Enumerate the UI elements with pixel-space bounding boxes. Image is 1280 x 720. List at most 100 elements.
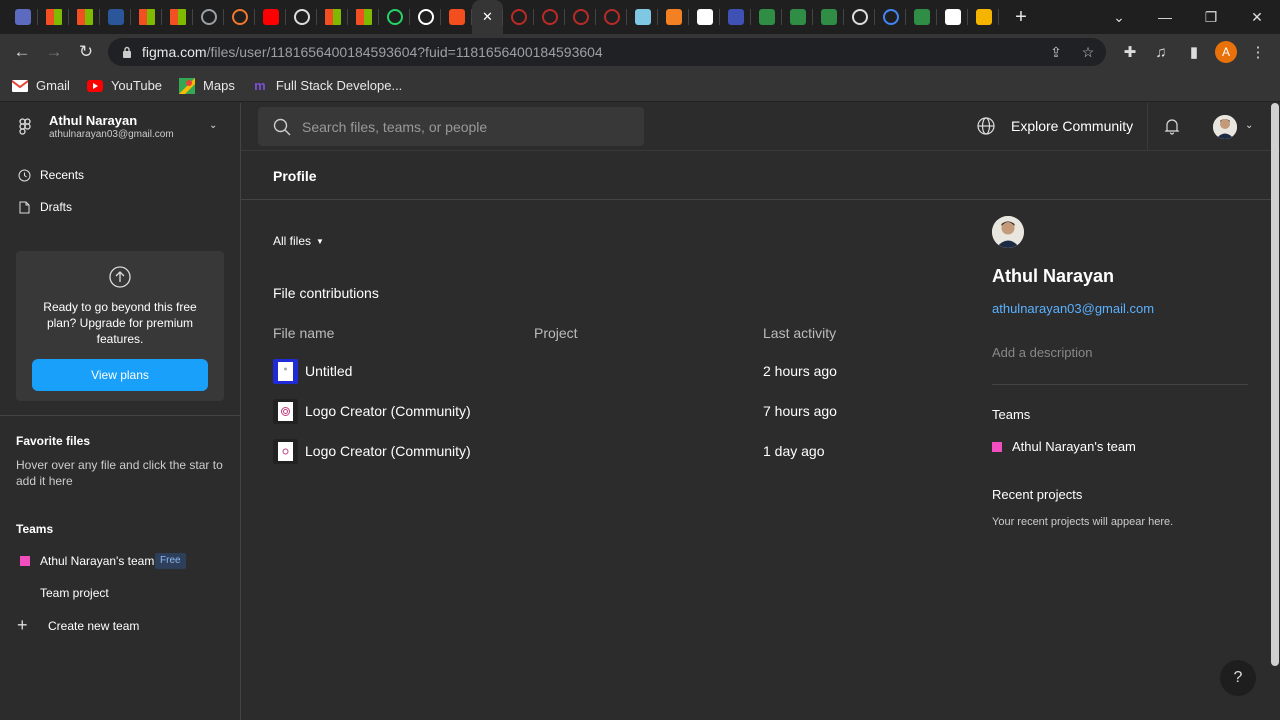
chevron-down-icon: ⌄ [209, 120, 218, 131]
profile-avatar [992, 216, 1024, 248]
address-bar[interactable]: figma.com/files/user/1181656400184593604… [108, 38, 1106, 66]
browser-tab[interactable] [720, 0, 751, 34]
file-name: Logo Creator (Community) [305, 443, 471, 459]
upgrade-text: Ready to go beyond this free plan? Upgra… [43, 300, 197, 346]
geeksforgeeks-icon [789, 9, 806, 25]
browser-tab[interactable] [596, 0, 627, 34]
browser-tab[interactable] [534, 0, 565, 34]
upgrade-arrow-icon [109, 266, 131, 288]
figma-icon [448, 9, 465, 25]
menu-icon[interactable]: ⋮ [1244, 38, 1272, 66]
extensions-icon[interactable]: ✚ [1116, 38, 1144, 66]
browser-tab[interactable] [286, 0, 317, 34]
browser-tab[interactable] [193, 0, 224, 34]
favorite-files-hint: Hover over any file and click the star t… [16, 458, 223, 488]
file-activity: 2 hours ago [763, 363, 837, 379]
minimize-icon[interactable]: — [1142, 0, 1188, 34]
user-avatar[interactable] [1213, 115, 1237, 139]
forward-icon[interactable]: → [38, 36, 70, 68]
all-files-dropdown[interactable]: All files ▼ [273, 234, 324, 248]
browser-tab[interactable] [658, 0, 689, 34]
scrollbar[interactable] [1271, 103, 1279, 666]
help-button[interactable]: ? [1220, 660, 1256, 696]
profile-team-link[interactable]: Athul Narayan's team [992, 439, 1136, 454]
browser-tab[interactable] [255, 0, 286, 34]
browser-tab[interactable] [937, 0, 968, 34]
side-panel-icon[interactable]: ▮ [1180, 38, 1208, 66]
diamond-icon [975, 9, 992, 25]
table-row[interactable]: Logo Creator (Community) 1 day ago [273, 432, 953, 472]
browser-tab[interactable] [7, 0, 38, 34]
chevron-down-icon[interactable]: ⌄ [1245, 120, 1253, 131]
profile-avatar[interactable]: A [1215, 41, 1237, 63]
share-icon[interactable]: ⇪ [1046, 42, 1066, 62]
browser-tab[interactable] [162, 0, 193, 34]
browser-tab[interactable] [968, 0, 999, 34]
browser-tab[interactable]: ✕ [472, 0, 503, 34]
browser-tab[interactable] [224, 0, 255, 34]
explore-community-button[interactable]: Explore Community [977, 117, 1133, 135]
table-row[interactable]: Untitled 2 hours ago [273, 352, 953, 392]
bookmark-maps[interactable]: Maps [179, 77, 235, 94]
browser-tab[interactable] [38, 0, 69, 34]
medium-icon [944, 9, 961, 25]
browser-tab-strip: ✕ + [0, 0, 1280, 34]
upgrade-card: Ready to go beyond this free plan? Upgra… [16, 251, 224, 401]
browser-tab[interactable] [844, 0, 875, 34]
bookmarks-bar: Gmail YouTube Maps m Full Stack Develope… [0, 70, 1280, 102]
teams-heading: Teams [16, 522, 54, 536]
browser-tab[interactable] [348, 0, 379, 34]
bookmark-gmail[interactable]: Gmail [12, 78, 70, 94]
close-window-icon[interactable]: ✕ [1234, 0, 1280, 34]
account-switcher[interactable]: Athul Narayan athulnarayan03@gmail.com ⌄ [0, 103, 240, 151]
tab-separator [998, 9, 999, 25]
browser-tab[interactable] [751, 0, 782, 34]
whatsapp-icon [386, 9, 403, 25]
add-description-field[interactable]: Add a description [992, 345, 1092, 360]
new-tab-button[interactable]: + [1007, 3, 1035, 31]
browser-tab[interactable] [503, 0, 534, 34]
search-icon [273, 118, 291, 135]
browser-tab[interactable] [441, 0, 472, 34]
bookmark-full-stack[interactable]: m Full Stack Develope... [252, 78, 402, 94]
reload-icon[interactable]: ↻ [70, 36, 102, 68]
browser-tab[interactable] [131, 0, 162, 34]
github-icon [417, 9, 434, 25]
column-header-last-activity: Last activity [763, 325, 837, 341]
sidebar-item-team[interactable]: Athul Narayan's team Free [0, 545, 240, 577]
search-input[interactable] [302, 118, 622, 135]
browser-tab[interactable] [100, 0, 131, 34]
browser-tab[interactable] [410, 0, 441, 34]
search-box[interactable] [258, 107, 644, 146]
restore-icon[interactable]: ❐ [1188, 0, 1234, 34]
browser-tab[interactable] [69, 0, 100, 34]
browser-tab[interactable] [782, 0, 813, 34]
browser-tab[interactable] [379, 0, 410, 34]
profile-email[interactable]: athulnarayan03@gmail.com [992, 301, 1154, 316]
browser-tab[interactable] [627, 0, 658, 34]
browser-tab[interactable] [875, 0, 906, 34]
google-icon [882, 9, 899, 25]
bookmark-youtube[interactable]: YouTube [86, 78, 162, 94]
sidebar-item-drafts[interactable]: Drafts [0, 191, 240, 223]
browser-tab[interactable] [813, 0, 844, 34]
create-team-button[interactable]: + Create new team [0, 609, 240, 641]
table-row[interactable]: Logo Creator (Community) 7 hours ago [273, 392, 953, 432]
browser-tab[interactable] [906, 0, 937, 34]
back-icon[interactable]: ← [6, 36, 38, 68]
lock-icon [120, 45, 134, 59]
sidebar-item-recents[interactable]: Recents [0, 159, 240, 191]
bell-icon[interactable] [1163, 117, 1181, 135]
hashnode-icon [696, 9, 713, 25]
browser-tab[interactable] [317, 0, 348, 34]
view-plans-button[interactable]: View plans [32, 359, 208, 391]
browser-tab[interactable] [689, 0, 720, 34]
sidebar-item-team-project[interactable]: Team project [40, 586, 109, 600]
tab-search-icon[interactable]: ⌄ [1096, 0, 1142, 34]
star-icon[interactable]: ☆ [1078, 42, 1098, 62]
browser-tab[interactable] [565, 0, 596, 34]
media-icon[interactable]: ♫ [1147, 38, 1175, 66]
file-thumbnail [273, 359, 298, 384]
file-icon [17, 200, 31, 214]
microsoft-icon [355, 9, 372, 25]
